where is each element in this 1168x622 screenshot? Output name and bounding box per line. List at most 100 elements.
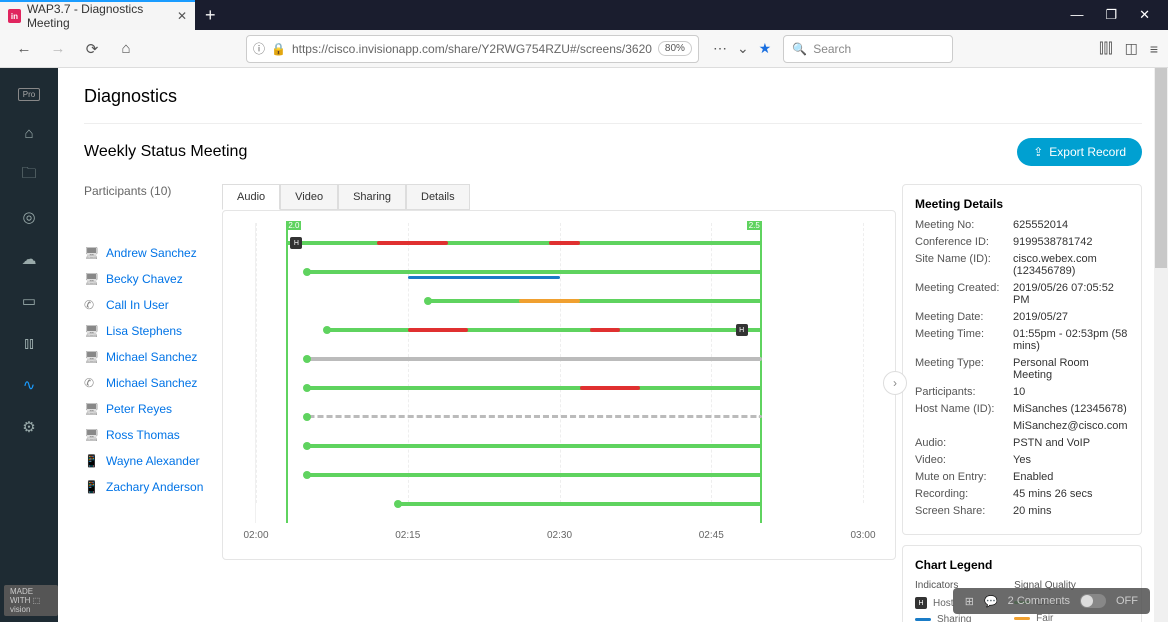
url-bar[interactable]: ⓘ 🔒 https://cisco.invisionapp.com/share/… — [246, 35, 699, 63]
tab-video[interactable]: Video — [280, 184, 338, 210]
tab-audio[interactable]: Audio — [222, 184, 280, 210]
window-controls: — ❐ ✕ — [1070, 7, 1168, 23]
location-icon[interactable]: ◎ — [19, 207, 39, 227]
detail-row: Meeting No:625552014 — [915, 219, 1129, 231]
quality-segment — [549, 241, 579, 245]
diagnostics-icon[interactable]: ∿ — [19, 375, 39, 395]
laptop-icon: 🖥 — [84, 350, 98, 364]
participant-link[interactable]: Ross Thomas — [106, 428, 180, 442]
library-icon[interactable]: ⫿⫿⫿ — [1099, 40, 1112, 57]
detail-row: Meeting Date:2019/05/27 — [915, 311, 1129, 323]
pocket-icon[interactable]: ⌄ — [737, 40, 749, 57]
participant-item[interactable]: 🖥 Michael Sanchez — [84, 350, 222, 364]
bookmark-star-icon[interactable]: ★ — [759, 40, 772, 57]
restore-icon[interactable]: ❐ — [1105, 7, 1117, 23]
new-tab-button[interactable]: + — [195, 5, 226, 26]
upload-icon: ⇪ — [1033, 145, 1043, 159]
comment-icon[interactable]: 💬 — [984, 595, 998, 608]
participant-item[interactable]: ✆ Call In User — [84, 298, 222, 312]
join-dot — [424, 297, 432, 305]
laptop-icon: 🖥 — [84, 246, 98, 260]
more-icon[interactable]: ⋯ — [713, 40, 727, 57]
participant-item[interactable]: 🖥Becky Chavez — [84, 272, 222, 286]
tab-details[interactable]: Details — [406, 184, 470, 210]
browser-tab[interactable]: in WAP3.7 - Diagnostics Meeting ✕ — [0, 0, 195, 30]
expand-chart-button[interactable]: › — [883, 371, 907, 395]
invision-toolbar[interactable]: ⊞ 💬 2 Comments OFF — [953, 588, 1150, 614]
tab-title: WAP3.7 - Diagnostics Meeting — [27, 2, 177, 30]
comments-toggle[interactable] — [1080, 594, 1106, 608]
participant-list: 🖥Andrew Sanchez🖥Becky Chavez✆Call In Use… — [84, 246, 222, 494]
close-tab-icon[interactable]: ✕ — [177, 9, 187, 23]
back-button[interactable]: ← — [10, 35, 38, 63]
phone-icon: ✆ — [84, 298, 98, 312]
participant-item[interactable]: 📱 Wayne Alexander — [84, 454, 222, 468]
quality-segment — [327, 328, 762, 332]
home-icon[interactable]: ⌂ — [19, 123, 39, 143]
participant-item[interactable]: 📱 Zachary Anderson — [84, 480, 222, 494]
participant-link[interactable]: Becky Chavez — [106, 272, 183, 286]
forward-button[interactable]: → — [44, 35, 72, 63]
mobile-icon: 📱 — [84, 454, 98, 468]
zoom-level[interactable]: 80% — [658, 41, 692, 56]
quality-segment — [307, 270, 762, 274]
quality-segment — [408, 328, 469, 332]
participant-item[interactable]: ✆Michael Sanchez — [84, 376, 222, 390]
host-badge: H — [290, 237, 302, 249]
participant-link[interactable]: Lisa Stephens — [106, 324, 182, 338]
participant-item[interactable]: 🖥Lisa Stephens — [84, 324, 222, 338]
toggle-label: OFF — [1116, 595, 1138, 607]
detail-row: Conference ID:9199538781742 — [915, 236, 1129, 248]
participant-item[interactable]: 🖥 Andrew Sanchez — [84, 246, 222, 260]
meeting-title: Weekly Status Meeting — [84, 143, 247, 161]
grid-icon[interactable]: ⊞ — [965, 595, 974, 608]
browser-search[interactable]: 🔍 Search — [783, 35, 953, 63]
participant-link[interactable]: Peter Reyes — [106, 402, 172, 416]
participant-link[interactable]: Wayne Alexander — [106, 454, 200, 468]
sharing-segment — [408, 276, 560, 279]
device-icon[interactable]: ▭ — [19, 291, 39, 311]
detail-row: Participants:10 — [915, 386, 1129, 398]
reload-button[interactable]: ⟳ — [78, 35, 106, 63]
folder-icon[interactable]: 🗀 — [19, 165, 39, 185]
made-with-badge: MADE WITH ⬚ vision — [4, 585, 58, 616]
quality-segment — [428, 299, 762, 303]
participant-link[interactable]: Michael Sanchez — [106, 350, 197, 364]
analytics-icon[interactable]: ⫾⫾ — [19, 333, 39, 353]
participant-link[interactable]: Call In User — [106, 298, 169, 312]
participant-link[interactable]: Michael Sanchez — [106, 376, 197, 390]
comments-count: 2 Comments — [1008, 595, 1070, 607]
quality-segment — [307, 386, 762, 390]
sidebar-toggle-icon[interactable]: ◫ — [1125, 40, 1138, 57]
participant-item[interactable]: 🖥Ross Thomas — [84, 428, 222, 442]
join-dot — [394, 500, 402, 508]
quality-segment — [307, 444, 762, 448]
join-dot — [303, 413, 311, 421]
home-button[interactable]: ⌂ — [112, 35, 140, 63]
mobile-icon: 📱 — [84, 480, 98, 494]
app-sidebar: Pro ⌂ 🗀 ◎ ☁ ▭ ⫾⫾ ∿ ⚙ MADE WITH ⬚ vision — [0, 68, 58, 622]
info-icon[interactable]: ⓘ — [253, 40, 265, 57]
participant-item[interactable]: 🖥 Peter Reyes — [84, 402, 222, 416]
settings-icon[interactable]: ⚙ — [19, 417, 39, 437]
quality-segment — [307, 357, 762, 361]
join-dot — [323, 326, 331, 334]
search-placeholder: Search — [813, 42, 851, 56]
legend-item: Sharing — [915, 614, 996, 622]
scrollbar[interactable] — [1154, 68, 1168, 622]
cloud-icon[interactable]: ☁ — [19, 249, 39, 269]
participant-link[interactable]: Andrew Sanchez — [106, 246, 197, 260]
export-label: Export Record — [1049, 145, 1126, 159]
lock-icon: 🔒 — [271, 42, 286, 56]
close-window-icon[interactable]: ✕ — [1139, 7, 1150, 23]
participant-link[interactable]: Zachary Anderson — [106, 480, 203, 494]
details-heading: Meeting Details — [915, 197, 1129, 211]
minimize-icon[interactable]: — — [1070, 7, 1083, 23]
menu-icon[interactable]: ≡ — [1150, 41, 1158, 57]
quality-segment — [519, 299, 580, 303]
detail-row: Mute on Entry:Enabled — [915, 471, 1129, 483]
laptop-icon: 🖥 — [84, 402, 98, 416]
export-record-button[interactable]: ⇪ Export Record — [1017, 138, 1142, 166]
tab-sharing[interactable]: Sharing — [338, 184, 406, 210]
chart-tabs: Audio Video Sharing Details — [222, 184, 896, 210]
